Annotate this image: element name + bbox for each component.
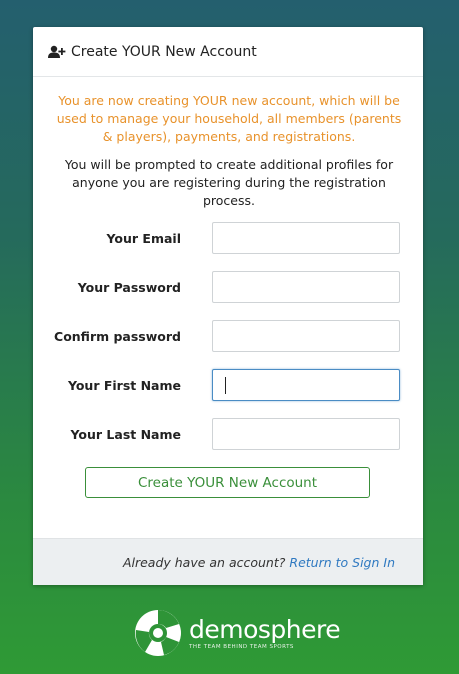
return-to-sign-in-link[interactable]: Return to Sign In xyxy=(289,555,395,570)
create-account-button[interactable]: Create YOUR New Account xyxy=(85,467,370,498)
brand-text: demosphere THE TEAM BEHIND TEAM SPORTS xyxy=(189,614,341,650)
brand-logo: demosphere THE TEAM BEHIND TEAM SPORTS xyxy=(133,608,341,658)
email-field[interactable] xyxy=(212,222,400,254)
password-row: Your Password xyxy=(33,271,423,305)
text-caret xyxy=(225,377,226,394)
confirm-password-row: Confirm password xyxy=(33,320,423,354)
card-footer: Already have an account? Return to Sign … xyxy=(33,538,423,585)
first-name-field[interactable] xyxy=(212,369,400,401)
demosphere-logo-icon xyxy=(133,608,183,658)
password-field[interactable] xyxy=(212,271,400,303)
card-header: Create YOUR New Account xyxy=(33,27,423,77)
confirm-password-label: Confirm password xyxy=(54,329,181,344)
intro-info-text: You will be prompted to create additiona… xyxy=(64,157,394,208)
last-name-field[interactable] xyxy=(212,418,400,450)
password-label: Your Password xyxy=(77,280,181,295)
create-account-card: Create YOUR New Account You are now crea… xyxy=(33,27,423,585)
brand-tagline: THE TEAM BEHIND TEAM SPORTS xyxy=(189,643,294,650)
email-label: Your Email xyxy=(106,231,181,246)
intro-warning-text: You are now creating YOUR new account, w… xyxy=(56,93,402,144)
last-name-row: Your Last Name xyxy=(33,418,423,452)
user-plus-icon xyxy=(48,45,66,59)
first-name-row: Your First Name xyxy=(33,369,423,403)
confirm-password-field[interactable] xyxy=(212,320,400,352)
footer-question: Already have an account? xyxy=(122,554,286,570)
first-name-label: Your First Name xyxy=(67,378,181,393)
card-title: Create YOUR New Account xyxy=(71,43,257,60)
brand-name: demosphere xyxy=(189,614,341,644)
last-name-label: Your Last Name xyxy=(70,427,181,442)
email-row: Your Email xyxy=(33,222,423,256)
